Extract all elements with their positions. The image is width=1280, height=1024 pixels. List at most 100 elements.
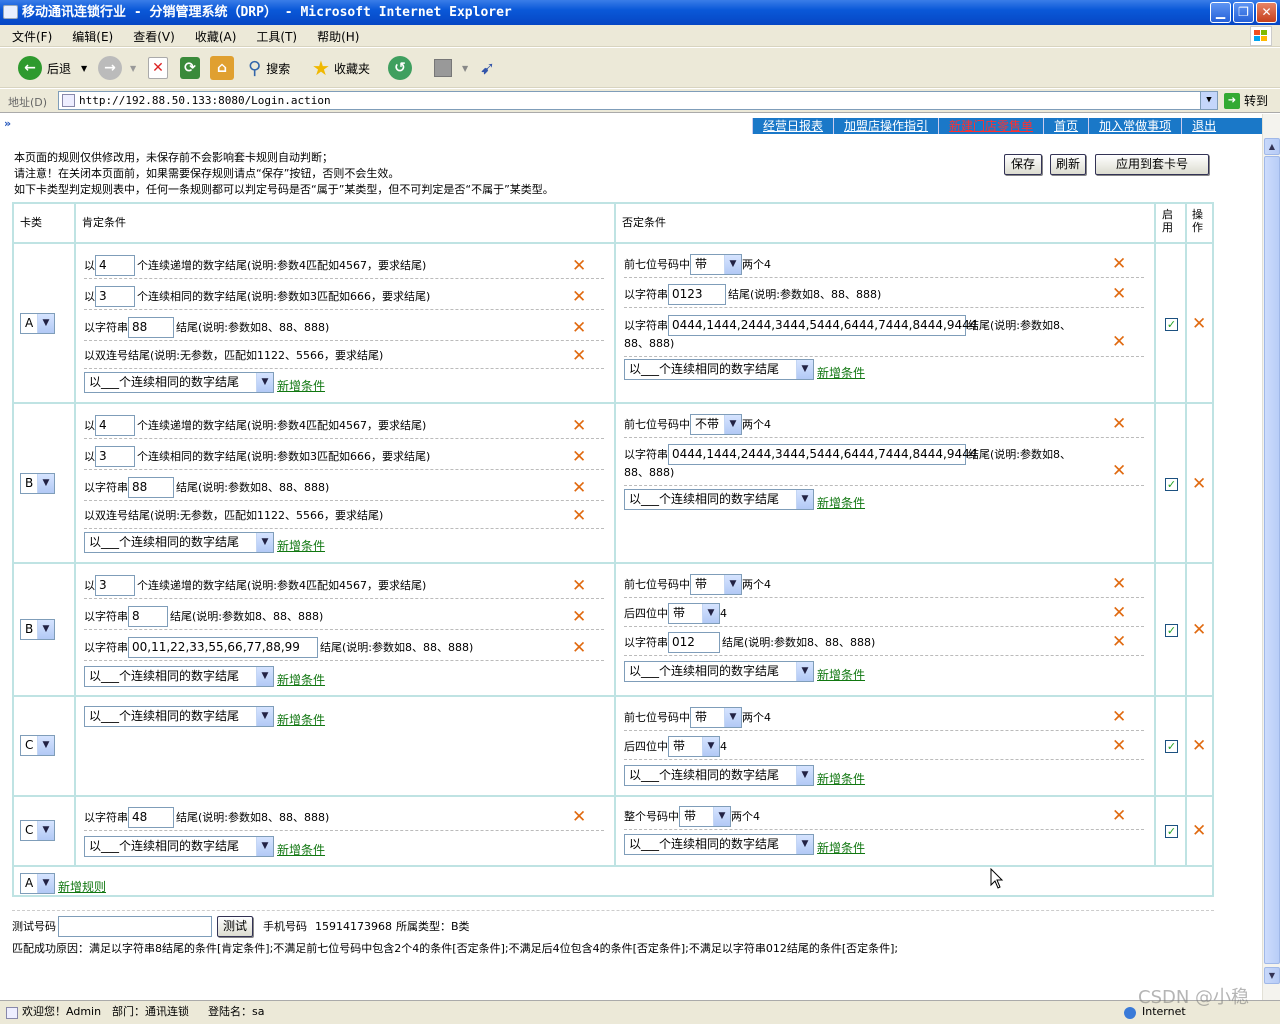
condition-type-select[interactable]: 以___个连续相同的数字结尾 ▼: [624, 358, 814, 380]
cursor-tool-button[interactable]: ➹: [480, 54, 495, 82]
delete-icon[interactable]: ✕: [1112, 808, 1126, 825]
scroll-up-icon[interactable]: ▲: [1264, 138, 1280, 155]
add-rule-link[interactable]: 新增规则: [58, 878, 106, 895]
contains-select[interactable]: 不带 ▼: [690, 413, 742, 435]
add-condition-link[interactable]: 新增条件: [817, 494, 865, 511]
param-input[interactable]: 0123: [668, 283, 726, 305]
card-type-select[interactable]: A ▼: [20, 313, 55, 334]
param-input[interactable]: 012: [668, 631, 720, 653]
history-button[interactable]: ↺: [388, 54, 412, 82]
condition-type-select[interactable]: 以___个连续相同的数字结尾 ▼: [84, 705, 274, 727]
param-input[interactable]: 3: [95, 285, 135, 307]
card-type-select[interactable]: C ▼: [20, 820, 55, 841]
delete-icon[interactable]: ✕: [572, 809, 586, 826]
test-button[interactable]: 测试: [217, 915, 253, 937]
scroll-down-icon[interactable]: ▼: [1264, 967, 1280, 984]
add-condition-link[interactable]: 新增条件: [277, 377, 325, 394]
contains-select[interactable]: 带 ▼: [668, 735, 720, 757]
contains-select[interactable]: 带 ▼: [668, 602, 720, 624]
refresh-browser-button[interactable]: ⟳: [180, 54, 200, 82]
nav-home[interactable]: 首页: [1043, 118, 1088, 134]
delete-icon[interactable]: ✕: [572, 320, 586, 337]
param-input[interactable]: 88: [128, 316, 174, 338]
delete-icon[interactable]: ✕: [1112, 605, 1126, 622]
add-condition-link[interactable]: 新增条件: [277, 711, 325, 728]
home-button[interactable]: ⌂: [210, 54, 234, 82]
close-window-button[interactable]: ✕: [1256, 2, 1277, 23]
add-condition-link[interactable]: 新增条件: [817, 666, 865, 683]
address-input[interactable]: http://192.88.50.133:8080/Login.action ▼: [58, 91, 1218, 110]
delete-icon[interactable]: ✕: [1112, 256, 1126, 273]
nav-daily-report[interactable]: 经营日报表: [752, 118, 833, 134]
save-button[interactable]: 保存: [1004, 154, 1042, 175]
menu-file[interactable]: 文件(F): [0, 25, 60, 45]
delete-rule-icon[interactable]: ✕: [1192, 476, 1206, 493]
delete-icon[interactable]: ✕: [1112, 334, 1126, 351]
param-input[interactable]: 00,11,22,33,55,66,77,88,99: [128, 636, 318, 658]
vertical-scrollbar[interactable]: ▲ ▼: [1262, 114, 1280, 1000]
condition-type-select[interactable]: 以___个连续相同的数字结尾 ▼: [84, 665, 274, 687]
card-type-select[interactable]: C ▼: [20, 735, 55, 756]
param-input[interactable]: 3: [95, 574, 135, 596]
add-condition-link[interactable]: 新增条件: [817, 770, 865, 787]
delete-icon[interactable]: ✕: [1112, 576, 1126, 593]
delete-icon[interactable]: ✕: [572, 348, 586, 365]
stop-button[interactable]: ✕: [148, 54, 168, 82]
nav-franchise-guide[interactable]: 加盟店操作指引: [833, 118, 938, 134]
contains-select[interactable]: 带 ▼: [690, 573, 742, 595]
enabled-checkbox[interactable]: ✓: [1165, 478, 1178, 491]
menu-edit[interactable]: 编辑(E): [60, 25, 121, 45]
test-number-input[interactable]: [58, 915, 212, 937]
nav-new-retail-order[interactable]: 新建门店零售单: [938, 118, 1043, 134]
condition-type-select[interactable]: 以___个连续相同的数字结尾 ▼: [84, 531, 274, 553]
enabled-checkbox[interactable]: ✓: [1165, 740, 1178, 753]
delete-icon[interactable]: ✕: [1112, 286, 1126, 303]
delete-icon[interactable]: ✕: [572, 640, 586, 657]
add-condition-link[interactable]: 新增条件: [817, 364, 865, 381]
condition-type-select[interactable]: 以___个连续相同的数字结尾 ▼: [624, 764, 814, 786]
param-input[interactable]: 4: [95, 414, 135, 436]
param-input[interactable]: 0444,1444,2444,3444,5444,6444,7444,8444,…: [668, 443, 977, 465]
condition-type-select[interactable]: 以___个连续相同的数字结尾 ▼: [624, 488, 814, 510]
add-condition-link[interactable]: 新增条件: [817, 839, 865, 856]
param-input[interactable]: 3: [95, 445, 135, 467]
nav-add-frequent[interactable]: 加入常做事项: [1088, 118, 1181, 134]
param-input[interactable]: 48: [128, 806, 174, 828]
delete-icon[interactable]: ✕: [572, 480, 586, 497]
card-type-select[interactable]: B ▼: [20, 473, 55, 494]
menu-tools[interactable]: 工具(T): [244, 25, 305, 45]
go-button[interactable]: ➜ 转到: [1224, 91, 1276, 110]
delete-icon[interactable]: ✕: [1112, 463, 1126, 480]
address-dropdown-icon[interactable]: ▼: [1200, 92, 1217, 109]
param-input[interactable]: 8: [128, 605, 168, 627]
delete-icon[interactable]: ✕: [572, 449, 586, 466]
back-dropdown-icon[interactable]: ▼: [81, 64, 87, 73]
condition-type-select[interactable]: 以___个连续相同的数字结尾 ▼: [84, 371, 274, 393]
add-condition-link[interactable]: 新增条件: [277, 671, 325, 688]
refresh-button[interactable]: 刷新: [1050, 154, 1086, 175]
delete-rule-icon[interactable]: ✕: [1192, 622, 1206, 639]
delete-icon[interactable]: ✕: [572, 578, 586, 595]
search-button[interactable]: ⚲ 搜索: [248, 54, 290, 82]
menu-help[interactable]: 帮助(H): [305, 25, 367, 45]
condition-type-select[interactable]: 以___个连续相同的数字结尾 ▼: [624, 660, 814, 682]
menu-view[interactable]: 查看(V): [121, 25, 183, 45]
add-condition-link[interactable]: 新增条件: [277, 537, 325, 554]
delete-icon[interactable]: ✕: [572, 258, 586, 275]
back-button[interactable]: ← 后退 ▼: [18, 54, 87, 82]
delete-icon[interactable]: ✕: [1112, 634, 1126, 651]
maximize-button[interactable]: ❐: [1233, 2, 1254, 23]
param-input[interactable]: 0444,1444,2444,3444,5444,6444,7444,8444,…: [668, 314, 977, 336]
condition-type-select[interactable]: 以___个连续相同的数字结尾 ▼: [84, 835, 274, 857]
enabled-checkbox[interactable]: ✓: [1165, 624, 1178, 637]
add-condition-link[interactable]: 新增条件: [277, 841, 325, 858]
scroll-thumb[interactable]: [1264, 156, 1280, 964]
minimize-button[interactable]: ▁: [1210, 2, 1231, 23]
favorites-button[interactable]: ★ 收藏夹: [312, 54, 370, 82]
param-input[interactable]: 4: [95, 254, 135, 276]
delete-icon[interactable]: ✕: [572, 609, 586, 626]
delete-rule-icon[interactable]: ✕: [1192, 738, 1206, 755]
enabled-checkbox[interactable]: ✓: [1165, 825, 1178, 838]
new-rule-type-select[interactable]: A ▼: [20, 872, 55, 894]
media-dropdown-icon[interactable]: ▼: [462, 64, 468, 73]
